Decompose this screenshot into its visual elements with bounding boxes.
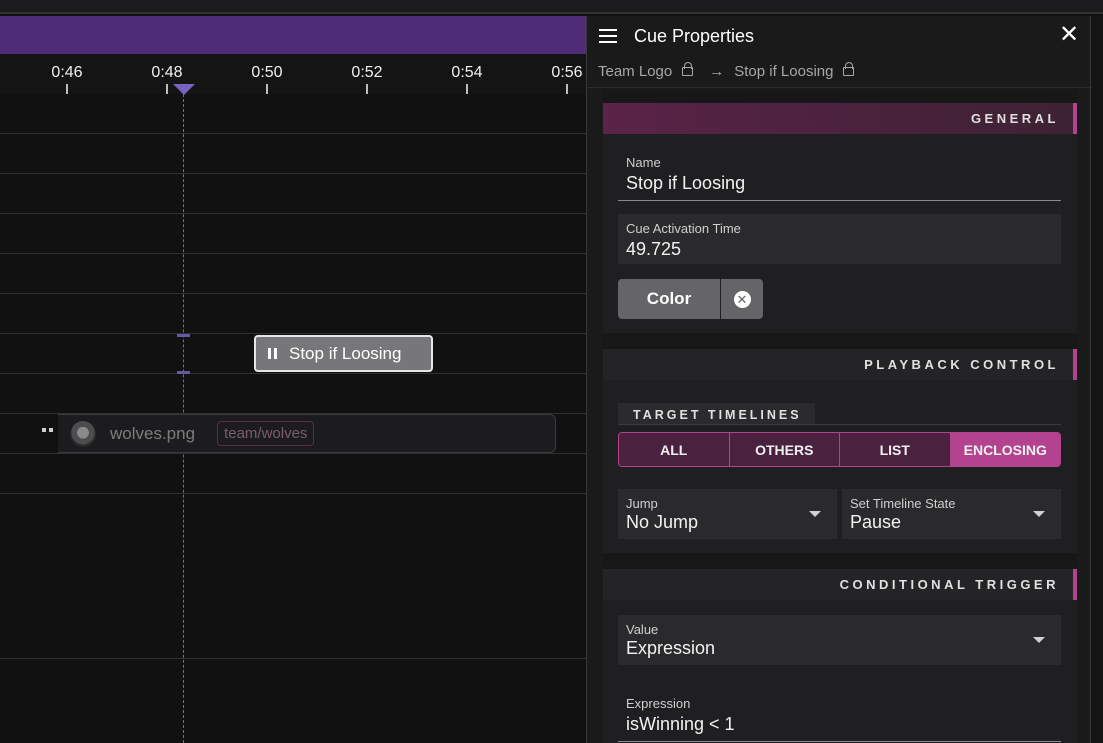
tick-label: 0:56 [551, 64, 583, 81]
target-others-button[interactable]: OTHERS [729, 433, 840, 466]
activation-time-label: Cue Activation Time [626, 221, 741, 236]
activation-time-field[interactable]: Cue Activation Time 49.725 [618, 214, 1061, 264]
value-value: Expression [626, 638, 716, 658]
jump-label: Jump [626, 496, 658, 511]
tick-mark [66, 84, 68, 94]
cue-properties-panel: Cue Properties ✕ Team Logo → Stop if Loo… [586, 16, 1092, 743]
tick-mark [266, 84, 268, 94]
tick-label: 0:48 [151, 64, 183, 81]
panel-content: GENERAL Name Stop if Loosing Cue Activat… [603, 89, 1077, 743]
clear-circle-icon: ✕ [733, 290, 751, 308]
panel-header: Cue Properties ✕ [587, 16, 1092, 56]
lane-divider [0, 133, 587, 134]
section-general-header[interactable]: GENERAL [603, 103, 1077, 134]
name-field[interactable]: Name Stop if Loosing [618, 155, 1061, 201]
chevron-down-icon [809, 511, 821, 517]
tick-mark [166, 84, 168, 94]
media-clip[interactable]: wolves.png team/wolves [58, 414, 556, 453]
section-playback-body: TARGET TIMELINES ALL OTHERS LIST ENCLOSI… [603, 380, 1077, 553]
lane-divider [0, 493, 587, 494]
target-enclosing-button[interactable]: ENCLOSING [950, 433, 1060, 466]
timeline-state-value: Pause [850, 512, 902, 532]
target-list-button[interactable]: LIST [840, 433, 951, 466]
playhead-marker [177, 334, 190, 337]
jump-select[interactable]: Jump No Jump [618, 489, 837, 539]
panel-gutter [1091, 16, 1103, 743]
tick-mark [366, 84, 368, 94]
lane-divider [0, 213, 587, 214]
lane-divider [0, 333, 587, 334]
tick-mark [466, 84, 468, 94]
playhead-marker [177, 371, 190, 374]
activation-time-value: 49.725 [626, 239, 682, 259]
lane-divider [0, 658, 587, 659]
section-conditional-header[interactable]: CONDITIONAL TRIGGER [603, 569, 1077, 600]
expression-label: Expression [626, 696, 691, 711]
timeline-state-select[interactable]: Set Timeline State Pause [842, 489, 1061, 539]
chevron-down-icon [1033, 637, 1045, 643]
breadcrumb-parent[interactable]: Team Logo [598, 63, 672, 80]
clip-tag[interactable]: team/wolves [217, 421, 315, 446]
value-select[interactable]: Value Expression [618, 615, 1061, 665]
lane-divider [0, 173, 587, 174]
target-all-button[interactable]: ALL [619, 433, 730, 466]
time-ruler[interactable]: 0:46 0:48 0:50 0:52 0:54 0:56 [0, 54, 590, 94]
tick-mark [566, 84, 568, 94]
tick-label: 0:52 [351, 64, 383, 81]
expression-field[interactable]: Expression isWinning < 1 [618, 696, 1061, 742]
unlock-icon[interactable] [682, 62, 694, 76]
lane-divider [0, 453, 587, 454]
playhead-handle[interactable] [173, 84, 195, 95]
breadcrumb: Team Logo → Stop if Loosing [587, 56, 1092, 88]
timeline-state-label: Set Timeline State [850, 496, 956, 511]
lane-divider [0, 373, 587, 374]
name-value: Stop if Loosing [626, 173, 746, 193]
unlock-icon[interactable] [843, 62, 855, 76]
window-top-strip [0, 0, 1103, 14]
tick-label: 0:50 [251, 64, 283, 81]
tick-label: 0:46 [51, 64, 83, 81]
target-timelines-label: TARGET TIMELINES [618, 403, 815, 425]
breadcrumb-current: Stop if Loosing [734, 63, 834, 80]
section-general-body: Name Stop if Loosing Cue Activation Time… [603, 134, 1077, 333]
lane-divider [0, 293, 587, 294]
name-label: Name [626, 155, 661, 170]
wolves-logo-icon [70, 420, 96, 447]
tick-label: 0:54 [451, 64, 483, 81]
jump-value: No Jump [626, 512, 699, 532]
clip-filename: wolves.png [110, 423, 196, 443]
value-label: Value [626, 622, 659, 637]
section-playback-header[interactable]: PLAYBACK CONTROL [603, 349, 1077, 380]
pause-icon [268, 348, 277, 359]
menu-icon[interactable] [599, 29, 617, 43]
cue-chip-label: Stop if Loosing [289, 343, 402, 363]
cue-chip[interactable]: Stop if Loosing [254, 335, 433, 372]
target-timelines-toggle: ALL OTHERS LIST ENCLOSING [618, 432, 1061, 467]
expression-value: isWinning < 1 [626, 714, 735, 734]
chevron-down-icon [1033, 511, 1045, 517]
timeline-header-bar [0, 16, 590, 54]
lane-divider [0, 253, 587, 254]
close-icon[interactable]: ✕ [1058, 23, 1080, 47]
divider [618, 424, 1061, 425]
panel-title: Cue Properties [634, 25, 755, 46]
arrow-right-icon: → [709, 63, 725, 80]
clear-color-button[interactable]: ✕ [721, 279, 763, 319]
color-button[interactable]: Color [618, 279, 720, 319]
section-conditional-body: Value Expression Expression isWinning < … [603, 600, 1077, 743]
